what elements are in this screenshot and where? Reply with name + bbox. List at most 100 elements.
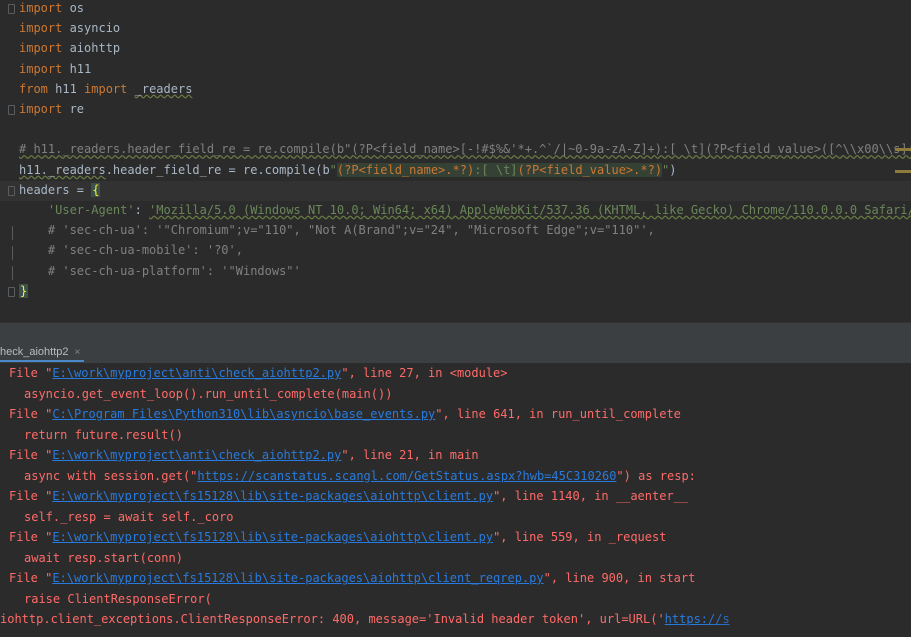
traceback-line: File "C:\Program Files\Python310\lib\asy… [9,404,681,425]
code-token: ) [669,162,677,177]
code-line[interactable]: import os [19,0,84,18]
traceback-line: iohttp.client_exceptions.ClientResponseE… [0,609,911,630]
code-token: import [19,102,63,116]
traceback-line: File "E:\work\myproject\fs15128\lib\site… [9,486,688,507]
traceback-text: File " [9,366,53,380]
code-line[interactable]: from h11 import _readers [19,79,192,99]
code-token: (?P<field_name>.*?) [336,162,475,177]
traceback-link[interactable]: E:\work\myproject\anti\check_aiohttp2.py [52,366,341,380]
blur-overlay [700,609,911,630]
traceback-text: self._resp = await self._coro [24,509,234,524]
traceback-text: ", line 27, in <module> [341,366,508,380]
code-token: import [84,81,128,96]
traceback-line: File "E:\work\myproject\anti\check_aioht… [9,363,508,384]
code-token: from [19,81,48,96]
traceback-line: File "E:\work\myproject\anti\check_aioht… [9,445,479,466]
traceback-link[interactable]: E:\work\myproject\fs15128\lib\site-packa… [52,571,543,585]
traceback-text: ") as resp: [616,468,696,483]
code-token: re [62,102,85,116]
code-token: _readers [134,81,193,96]
code-line[interactable]: headers = { [19,180,101,200]
panel-divider[interactable] [0,322,911,343]
run-console-output[interactable]: File "E:\work\myproject\anti\check_aioht… [0,363,911,637]
close-icon[interactable]: × [75,347,81,358]
code-token: 'User-Agent' [19,203,135,217]
code-token: .header_field_re = re.compile(b [105,162,330,177]
code-line[interactable]: # 'sec-ch-ua-platform': '"Windows"' [19,261,301,281]
code-line[interactable]: # 'sec-ch-ua': '"Chromium";v="110", "Not… [19,220,655,240]
traceback-text: raise ClientResponseError( [24,591,212,606]
tab-label: heck_aiohttp2 [0,346,69,358]
traceback-text: return future.result() [24,427,183,442]
traceback-text: async with session.get(" [24,468,198,483]
code-line[interactable]: h11._readers.header_field_re = re.compil… [19,160,677,180]
code-token: 'Mozilla/5.0 (Windows NT 10.0; Win64; x6… [149,203,911,217]
code-line[interactable]: import h11 [19,59,91,79]
editor-gutter [0,0,17,322]
code-token: # 'sec-ch-ua': '"Chromium";v="110", "Not… [19,223,655,238]
code-line[interactable]: } [19,281,29,301]
code-token: (?P<field_value>.*?) [517,162,663,177]
code-token: import [19,61,63,76]
traceback-line: asyncio.get_event_loop().run_until_compl… [24,384,392,405]
traceback-text: ", line 1140, in __aenter__ [493,489,689,503]
code-token: :[ \t] [474,162,518,177]
traceback-line: return future.result() [24,425,183,446]
traceback-line: async with session.get("https://scanstat… [24,466,696,487]
traceback-text: ", line 641, in run_until_complete [435,407,681,421]
traceback-line: raise ClientResponseError( [24,589,212,610]
code-token: h11._readers [19,162,106,177]
traceback-line: File "E:\work\myproject\fs15128\lib\site… [9,568,695,589]
traceback-link[interactable]: E:\work\myproject\fs15128\lib\site-packa… [52,489,493,503]
code-token: # h11._readers.header_field_re = re.comp… [19,142,911,157]
traceback-link[interactable]: E:\work\myproject\anti\check_aiohttp2.py [52,448,341,462]
traceback-text: File " [9,489,53,503]
fold-guide-icon [12,226,14,240]
code-line[interactable]: # 'sec-ch-ua-mobile': '?0', [19,240,243,260]
traceback-link[interactable]: https://scanstatus.scangl.com/GetStatus.… [197,469,616,483]
code-token: import [19,21,63,36]
code-token: # 'sec-ch-ua-platform': '"Windows"' [19,263,301,278]
traceback-text: File " [9,448,53,462]
fold-icon[interactable] [8,287,15,297]
fold-icon[interactable] [8,105,15,115]
code-token: # 'sec-ch-ua-mobile': '?0', [19,243,243,258]
traceback-link[interactable]: C:\Program Files\Python310\lib\asyncio\b… [52,407,435,421]
fold-icon[interactable] [8,186,15,196]
fold-guide-icon [12,266,14,280]
code-line[interactable]: import aiohttp [19,38,120,58]
traceback-line: File "E:\work\myproject\fs15128\lib\site… [9,527,666,548]
code-editor[interactable]: import os import asyncio import aiohttp imp… [0,0,911,322]
traceback-link[interactable]: E:\work\myproject\fs15128\lib\site-packa… [52,530,493,544]
code-token: } [19,283,29,298]
traceback-text: File " [9,530,53,544]
traceback-text: File " [9,571,53,585]
code-token: headers = [19,182,92,197]
scrollbar-marker[interactable] [895,148,911,151]
tab-run-config[interactable]: heck_aiohttp2 × [0,342,85,362]
code-token: h11 [47,81,85,96]
scrollbar-marker[interactable] [895,170,911,173]
code-token: import [19,1,63,15]
traceback-line: self._resp = await self._coro [24,507,234,528]
code-line[interactable]: import asyncio [19,18,120,38]
traceback-text: await resp.start(conn) [24,550,183,565]
code-token: import [19,41,63,56]
traceback-text: ", line 559, in _request [493,530,667,544]
run-tool-window-header: heck_aiohttp2 × [0,342,911,364]
fold-icon[interactable] [8,4,15,14]
code-line[interactable]: import re [19,99,84,119]
traceback-text: File " [9,407,53,421]
traceback-text: asyncio.get_event_loop().run_until_compl… [24,386,393,401]
code-line[interactable]: 'User-Agent': 'Mozilla/5.0 (Windows NT 1… [19,200,911,220]
current-line-highlight [0,181,911,201]
code-line[interactable]: # h11._readers.header_field_re = re.comp… [19,139,911,159]
code-token: aiohttp [62,41,121,56]
traceback-text: ", line 900, in start [543,571,696,585]
code-token: h11 [62,61,92,76]
code-token: " [329,162,337,177]
code-token: asyncio [62,21,121,36]
code-token: os [62,1,85,15]
code-token: { [91,182,101,197]
